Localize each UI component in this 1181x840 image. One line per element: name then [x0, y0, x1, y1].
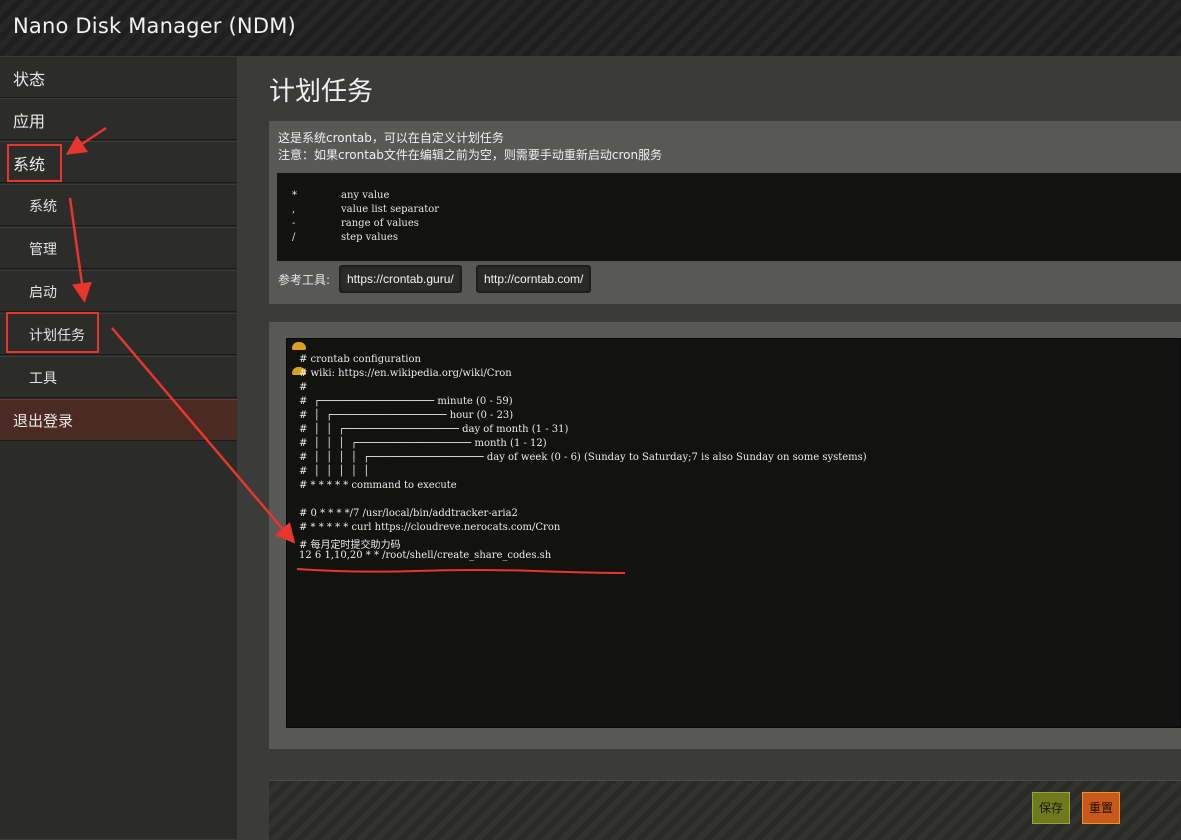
editor-line: 12 6 1,10,20 * * /root/shell/create_shar…	[299, 550, 552, 561]
editor-line: # │ │ │ │ ┌─────────────────── day of we…	[299, 452, 867, 463]
help-symbol: -	[292, 218, 296, 229]
editor-line: # crontab configuration	[299, 354, 421, 365]
editor-panel: # crontab configuration # wiki: https://e…	[269, 322, 1181, 749]
editor-line: # │ │ │ │ │	[299, 466, 370, 477]
sidebar-item-label: 状态	[13, 70, 46, 89]
sidebar-item-system[interactable]: 系统	[0, 141, 237, 183]
action-bar: 保存 重置	[269, 780, 1181, 840]
annotation-underline	[296, 568, 626, 574]
editor-line: # wiki: https://en.wikipedia.org/wiki/Cr…	[299, 368, 512, 379]
fold-marker-icon	[292, 342, 306, 350]
help-text: step values	[341, 232, 398, 243]
cron-syntax-help: * any value , value list separator - ran…	[277, 173, 1181, 261]
editor-line: # 0 * * * */7 /usr/local/bin/addtracker-…	[299, 508, 518, 519]
editor-line: # ┌─────────────────── minute (0 - 59)	[299, 396, 513, 407]
help-symbol: ,	[292, 204, 296, 215]
sidebar: 状态 应用 系统 系统 管理 启动 计划任务 工具 退出登录	[0, 56, 237, 839]
sidebar-item-label: 工具	[29, 371, 57, 387]
editor-line: # │ │ │ ┌─────────────────── month (1 - …	[299, 438, 547, 449]
page-title: 计划任务	[269, 77, 374, 107]
reset-button[interactable]: 重置	[1082, 792, 1120, 824]
sidebar-item-label: 计划任务	[29, 328, 85, 344]
sidebar-item-label: 系统	[29, 199, 57, 215]
sidebar-item-label: 管理	[29, 242, 57, 258]
help-text: range of values	[341, 218, 419, 229]
app-title: Nano Disk Manager (NDM)	[13, 14, 296, 38]
header-bar: Nano Disk Manager (NDM)	[0, 0, 1181, 57]
crontab-editor[interactable]: # crontab configuration # wiki: https://e…	[286, 338, 1181, 728]
editor-line: # * * * * * curl https://cloudreve.neroc…	[299, 522, 561, 533]
editor-line: # * * * * * command to execute	[299, 480, 457, 491]
help-symbol: /	[292, 232, 296, 243]
sidebar-item-apps[interactable]: 应用	[0, 98, 237, 140]
sidebar-subitem-startup[interactable]: 启动	[0, 270, 237, 312]
tools-label: 参考工具:	[278, 273, 331, 287]
help-text: value list separator	[341, 204, 440, 215]
help-symbol: *	[292, 190, 297, 201]
editor-line: # │ │ ┌─────────────────── day of month …	[299, 424, 569, 435]
info-panel: 这是系统crontab，可以在自定义计划任务 注意：如果crontab文件在编辑…	[269, 121, 1181, 304]
editor-line: # 每月定时提交助力码	[299, 540, 401, 551]
sidebar-item-label: 系统	[13, 155, 46, 174]
help-text: any value	[341, 190, 390, 201]
save-button[interactable]: 保存	[1032, 792, 1070, 824]
sidebar-subitem-manage[interactable]: 管理	[0, 227, 237, 269]
sidebar-subitem-scheduled-tasks[interactable]: 计划任务	[0, 313, 237, 355]
corntab-link[interactable]: http://corntab.com/	[476, 265, 592, 293]
main-content: 计划任务 这是系统crontab，可以在自定义计划任务 注意：如果crontab…	[237, 56, 1181, 840]
sidebar-item-logout[interactable]: 退出登录	[0, 399, 237, 441]
sidebar-subitem-tools[interactable]: 工具	[0, 356, 237, 398]
description: 这是系统crontab，可以在自定义计划任务 注意：如果crontab文件在编辑…	[278, 130, 662, 164]
description-line: 注意：如果crontab文件在编辑之前为空，则需要手动重新启动cron服务	[278, 148, 663, 162]
sidebar-item-label: 启动	[29, 285, 57, 301]
sidebar-subitem-system[interactable]: 系统	[0, 184, 237, 226]
sidebar-item-label: 退出登录	[13, 412, 74, 430]
description-line: 这是系统crontab，可以在自定义计划任务	[278, 131, 504, 145]
editor-line: # │ ┌─────────────────── hour (0 - 23)	[299, 410, 514, 421]
crontab-guru-link[interactable]: https://crontab.guru/	[339, 265, 462, 293]
sidebar-item-status[interactable]: 状态	[0, 56, 237, 98]
editor-line: #	[299, 382, 308, 393]
sidebar-item-label: 应用	[13, 112, 46, 131]
